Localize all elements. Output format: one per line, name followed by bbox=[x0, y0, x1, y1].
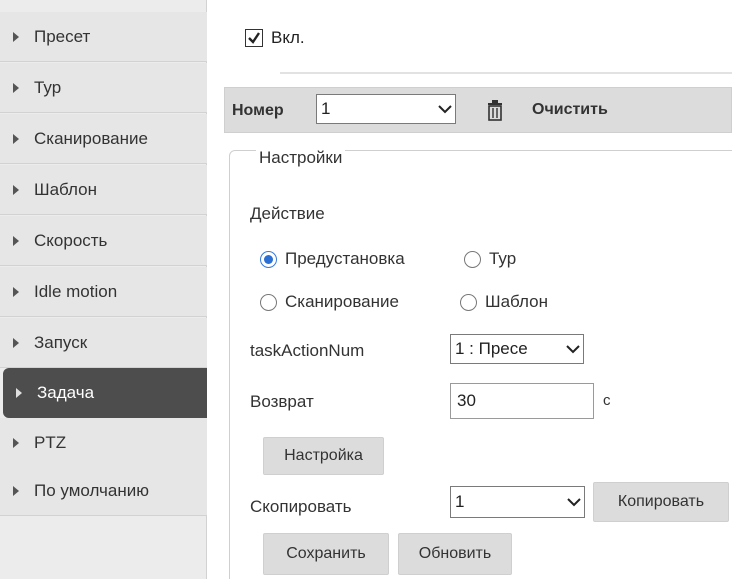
caret-right-icon bbox=[12, 82, 20, 93]
task-action-num-value: 1 : Пресе bbox=[455, 339, 528, 358]
copy-button[interactable]: Копировать bbox=[593, 482, 729, 522]
sidebar-item-tour[interactable]: Тур bbox=[0, 63, 207, 113]
radio-scan[interactable]: Сканирование bbox=[260, 292, 399, 312]
sidebar-item-label: По умолчанию bbox=[34, 480, 149, 500]
radio-circle bbox=[260, 293, 277, 311]
radio-pattern-label: Шаблон bbox=[485, 292, 548, 311]
sidebar-item-scan[interactable]: Сканирование bbox=[0, 114, 207, 164]
caret-right-icon bbox=[12, 235, 20, 246]
setup-button[interactable]: Настройка bbox=[263, 437, 384, 475]
settings-legend: Настройки bbox=[256, 148, 346, 168]
radio-circle bbox=[460, 293, 477, 311]
sidebar-item-label: Скорость bbox=[34, 230, 108, 250]
return-unit: с bbox=[603, 392, 611, 409]
return-label: Возврат bbox=[250, 392, 314, 411]
caret-right-icon bbox=[12, 133, 20, 144]
sidebar-item-label: Пресет bbox=[34, 26, 91, 46]
refresh-button[interactable]: Обновить bbox=[398, 533, 512, 575]
checkmark-icon bbox=[248, 32, 260, 44]
radio-circle bbox=[260, 250, 277, 268]
caret-right-icon bbox=[12, 485, 20, 496]
sidebar-item-pattern[interactable]: Шаблон bbox=[0, 165, 207, 215]
divider bbox=[280, 72, 732, 74]
sidebar-item-idle-motion[interactable]: Idle motion bbox=[0, 267, 207, 317]
radio-circle bbox=[464, 250, 481, 268]
radio-tour-label: Тур bbox=[489, 249, 517, 268]
copy-select[interactable]: 1 bbox=[450, 486, 585, 518]
return-input[interactable] bbox=[450, 383, 594, 419]
sidebar-item-start[interactable]: Запуск bbox=[0, 318, 207, 368]
radio-dot bbox=[264, 254, 273, 264]
number-select[interactable]: 1 bbox=[316, 94, 456, 124]
radio-scan-label: Сканирование bbox=[285, 292, 399, 311]
save-button[interactable]: Сохранить bbox=[263, 533, 389, 575]
sidebar-item-label: Шаблон bbox=[34, 179, 97, 199]
radio-pattern[interactable]: Шаблон bbox=[460, 292, 548, 312]
chevron-down-icon bbox=[563, 344, 583, 354]
task-action-num-label: taskActionNum bbox=[250, 341, 365, 360]
clear-button[interactable]: Очистить bbox=[516, 94, 624, 126]
enable-row: Вкл. bbox=[245, 28, 305, 48]
chevron-down-icon bbox=[435, 104, 455, 114]
action-label: Действие bbox=[250, 204, 325, 223]
copy-label: Скопировать bbox=[250, 497, 352, 516]
sidebar-item-task[interactable]: Задача bbox=[3, 368, 207, 418]
sidebar-item-label: Тур bbox=[34, 77, 62, 97]
sidebar: Пресет Тур Сканирование Шаблон Скорость … bbox=[0, 0, 207, 579]
trash-icon[interactable] bbox=[486, 100, 504, 122]
sidebar-item-label: Запуск bbox=[34, 332, 88, 352]
toolbar: Номер 1 Очистить bbox=[224, 87, 732, 133]
sidebar-item-preset[interactable]: Пресет bbox=[0, 12, 207, 62]
caret-right-icon bbox=[12, 437, 20, 448]
radio-tour[interactable]: Тур bbox=[464, 249, 516, 269]
number-label: Номер bbox=[232, 102, 284, 119]
sidebar-item-default[interactable]: По умолчанию bbox=[0, 466, 207, 516]
chevron-down-icon bbox=[564, 497, 584, 507]
sidebar-item-speed[interactable]: Скорость bbox=[0, 216, 207, 266]
enable-label: Вкл. bbox=[271, 28, 305, 47]
caret-right-icon bbox=[12, 286, 20, 297]
sidebar-item-label: PTZ bbox=[34, 432, 67, 452]
sidebar-item-label: Задача bbox=[37, 383, 95, 402]
caret-right-icon bbox=[12, 184, 20, 195]
enable-checkbox[interactable] bbox=[245, 29, 263, 47]
sidebar-item-label: Idle motion bbox=[34, 281, 118, 301]
radio-preset-label: Предустановка bbox=[285, 249, 405, 268]
caret-right-icon bbox=[12, 337, 20, 348]
sidebar-item-ptz[interactable]: PTZ bbox=[0, 418, 207, 468]
sidebar-item-label: Сканирование bbox=[34, 128, 148, 148]
copy-select-value: 1 bbox=[455, 492, 465, 511]
number-select-value: 1 bbox=[321, 99, 331, 118]
caret-right-icon bbox=[15, 388, 23, 398]
caret-right-icon bbox=[12, 31, 20, 42]
task-action-num-select[interactable]: 1 : Пресе bbox=[450, 334, 584, 364]
radio-preset[interactable]: Предустановка bbox=[260, 249, 405, 269]
main-panel: Вкл. Номер 1 Очистить Настройки Действие… bbox=[207, 0, 732, 579]
